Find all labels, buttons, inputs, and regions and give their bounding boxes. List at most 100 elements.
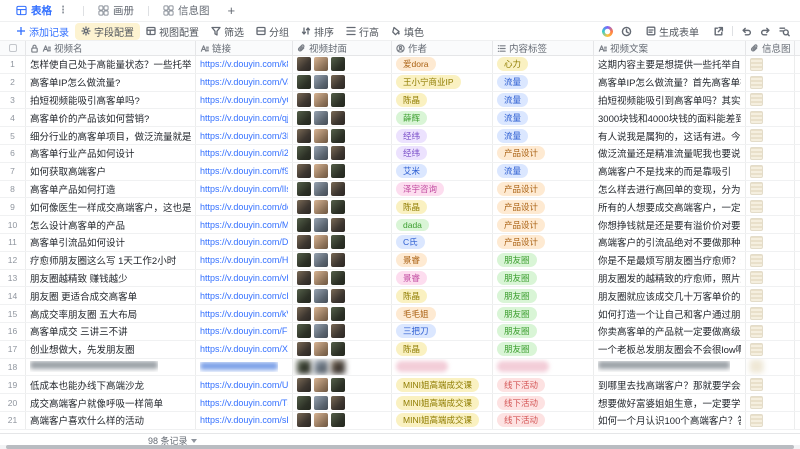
content-tag-pill[interactable]: 线下活动 [497,413,546,428]
info-image-cell[interactable] [746,180,795,198]
info-image-thumbnail[interactable] [750,111,763,125]
video-cover-thumbnail[interactable] [331,199,345,214]
author-pill[interactable]: 薛辉 [396,110,428,125]
author-pill[interactable]: 毛毛姐 [396,306,436,321]
author-pill[interactable] [396,361,448,373]
row-number-cell[interactable]: 7 [0,162,26,180]
table-row[interactable]: 9 如何像医生一样成交高端客户，这也是我们的... https://v.douy… [0,198,800,217]
content-tag-pill[interactable]: 产品设计 [497,235,546,250]
field-config-button[interactable]: 字段配置 [75,22,140,40]
author-pill[interactable]: 陈晶 [396,342,428,357]
content-tag-cell[interactable] [493,358,594,376]
info-image-cell[interactable] [746,198,795,216]
video-link[interactable]: https://v.douyin.com/qj... [200,113,288,123]
content-tag-cell[interactable]: 流量 [493,109,594,127]
info-image-cell[interactable] [746,358,795,376]
content-tag-pill[interactable]: 朋友圈 [497,324,537,339]
author-cell[interactable]: 艾米 [392,162,493,180]
video-cover-cell[interactable] [293,127,392,144]
row-number-cell[interactable]: 20 [0,394,26,411]
row-number-cell[interactable]: 10 [0,216,26,233]
author-cell[interactable]: 泽宇咨询 [392,180,493,198]
info-image-thumbnail[interactable] [750,342,763,356]
row-number-cell[interactable]: 1 [0,56,26,73]
video-name-cell[interactable]: 高成交率朋友圈 五大布局 [26,305,196,322]
author-pill[interactable]: MINI姐高端成交课 [396,377,479,392]
author-cell[interactable]: 三把刀 [392,322,493,340]
table-row[interactable]: 6 高客单行业产品如何设计 https://v.douyin.com/i2...… [0,144,800,163]
content-tag-cell[interactable]: 朋友圈 [493,251,594,269]
link-cell[interactable]: https://v.douyin.com/M... [196,216,293,233]
author-cell[interactable]: 陈晶 [392,91,493,109]
author-cell[interactable]: 爱dora [392,56,493,73]
video-cover-cell[interactable] [293,56,392,73]
author-cell[interactable]: 经纬 [392,144,493,162]
video-cover-thumbnail[interactable] [314,359,328,374]
row-number-cell[interactable]: 15 [0,305,26,322]
author-cell[interactable]: 经纬 [392,127,493,144]
info-image-cell[interactable] [746,162,795,180]
link-cell[interactable]: https://v.douyin.com/Va... [196,73,293,91]
video-name-cell[interactable]: 高客单成交 三讲三不讲 [26,322,196,340]
table-row[interactable]: 8 高客单产品如何打造 https://v.douyin.com/lIs... … [0,180,800,199]
video-name-cell[interactable]: 如何获取高端客户 [26,162,196,180]
info-image-cell[interactable] [746,56,795,73]
info-image-cell[interactable] [746,340,795,358]
video-copy-cell[interactable]: 如何一个月认识100个高端客户？答案很简... [594,411,746,429]
info-image-cell[interactable] [746,216,795,233]
content-tag-pill[interactable]: 流量 [497,128,529,143]
content-tag-cell[interactable]: 线下活动 [493,376,594,394]
link-cell[interactable]: https://v.douyin.com/3H... [196,127,293,144]
info-image-cell[interactable] [746,127,795,144]
video-cover-cell[interactable] [293,305,392,322]
content-tag-cell[interactable]: 产品设计 [493,144,594,162]
add-view-button[interactable]: + [218,3,246,18]
video-link[interactable]: https://v.douyin.com/Dq... [200,237,288,247]
video-cover-cell[interactable] [293,144,392,162]
video-cover-thumbnail[interactable] [297,377,311,392]
video-cover-thumbnail[interactable] [331,324,345,339]
video-cover-thumbnail[interactable] [314,199,328,214]
video-cover-cell[interactable] [293,340,392,358]
video-copy-cell[interactable]: 你想挣钱就是还是要有溢价价对要意人... [594,216,746,233]
column-header-info-image[interactable]: 信息图 [746,41,795,55]
content-tag-pill[interactable]: 流量 [497,110,529,125]
video-name-cell[interactable]: 高客单价的产品该如何营销? [26,109,196,127]
info-image-thumbnail[interactable] [750,146,763,160]
table-row[interactable]: 10 怎么设计高客单的产品 https://v.douyin.com/M... … [0,216,800,234]
link-cell[interactable]: https://v.douyin.com/qj... [196,109,293,127]
video-copy-cell[interactable]: 这期内容主要是想提供一些托举自己的替补... [594,56,746,73]
horizontal-scrollbar-track[interactable] [0,445,800,449]
video-copy-cell[interactable]: 高客单IP怎么做流量？首先高客单有个好处... [594,73,746,91]
info-image-thumbnail[interactable] [750,182,763,196]
info-image-thumbnail[interactable] [750,289,763,303]
video-cover-thumbnail[interactable] [297,342,311,357]
search-icon[interactable] [779,26,790,37]
info-image-cell[interactable] [746,91,795,109]
video-cover-thumbnail[interactable] [331,235,345,250]
video-cover-thumbnail[interactable] [297,146,311,161]
video-name-cell[interactable]: 成交高端客户就像呼吸一样简单 [26,394,196,411]
author-pill[interactable]: MINI姐高端成交课 [396,395,479,410]
video-cover-thumbnail[interactable] [331,57,345,72]
link-cell[interactable]: https://v.douyin.com/Hh... [196,251,293,269]
row-number-cell[interactable]: 3 [0,91,26,109]
author-cell[interactable]: 王小宁商业IP [392,73,493,91]
content-tag-pill[interactable]: 朋友圈 [497,306,537,321]
content-tag-cell[interactable]: 产品设计 [493,180,594,198]
info-image-cell[interactable] [746,394,795,411]
video-cover-cell[interactable] [293,376,392,394]
author-cell[interactable]: 景睿 [392,269,493,287]
table-row[interactable]: 1 怎样使自己处于高能量状态？一些托举自己的... https://v.douy… [0,56,800,74]
video-link[interactable]: https://v.douyin.com/Fu... [200,326,288,336]
video-copy-cell[interactable]: 有人说我是属狗的，这话有进。今天说辅导... [594,127,746,144]
content-tag-pill[interactable]: 流量 [497,164,529,179]
author-pill[interactable]: 景睿 [396,270,428,285]
link-cell[interactable]: https://v.douyin.com/f9... [196,162,293,180]
video-cover-thumbnail[interactable] [314,181,328,196]
link-cell[interactable]: https://v.douyin.com/vh... [196,269,293,287]
video-cover-thumbnail[interactable] [297,92,311,107]
video-cover-thumbnail[interactable] [314,75,328,90]
content-tag-cell[interactable]: 心力 [493,56,594,73]
video-cover-thumbnail[interactable] [314,217,328,232]
